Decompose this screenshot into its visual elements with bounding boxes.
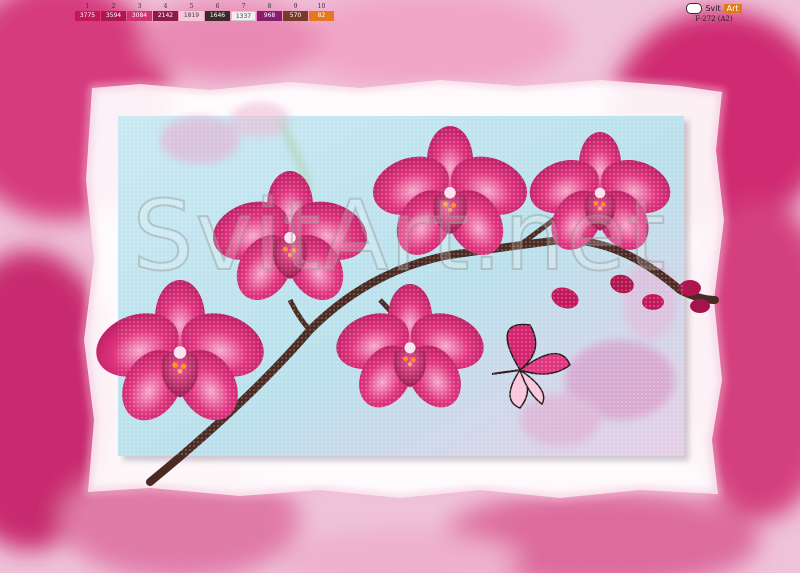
swatch-number: 7: [241, 3, 246, 10]
swatch-code: 968: [257, 11, 282, 21]
swatch-code: 3084: [127, 11, 152, 21]
bead-color-palette: 1 3775 2 3594 3 3084 4 2142 5 1819 6 1646 7 133…: [75, 3, 334, 21]
swatch-number: 4: [163, 3, 168, 10]
swatch-number: 5: [189, 3, 194, 10]
brand-svit: Svit: [705, 4, 721, 13]
cloud-icon: [686, 3, 703, 14]
palette-swatch: 10 82: [309, 3, 334, 21]
swatch-code: 82: [309, 11, 334, 21]
swatch-number: 10: [317, 3, 326, 10]
swatch-code: 2142: [153, 11, 178, 21]
palette-swatch: 2 3594: [101, 3, 126, 21]
palette-swatch: 4 2142: [153, 3, 178, 21]
swatch-number: 9: [293, 3, 298, 10]
swatch-code: 1646: [205, 11, 230, 21]
palette-swatch: 1 3775: [75, 3, 100, 21]
palette-swatch: 6 1646: [205, 3, 230, 21]
swatch-code: 3775: [75, 11, 100, 21]
brand-art: Art: [723, 4, 742, 13]
swatch-number: 6: [215, 3, 220, 10]
swatch-code: 1819: [179, 11, 204, 21]
palette-swatch: 9 570: [283, 3, 308, 21]
palette-swatch: 7 1337: [231, 3, 256, 21]
swatch-number: 2: [111, 3, 116, 10]
swatch-number: 3: [137, 3, 142, 10]
swatch-code: 1337: [231, 11, 256, 21]
brand-logo: Svit Art: [678, 3, 750, 14]
product-code: F-272 (A2): [695, 15, 733, 23]
swatch-number: 1: [85, 3, 90, 10]
swatch-code: 3594: [101, 11, 126, 21]
swatch-code: 570: [283, 11, 308, 21]
palette-swatch: 3 3084: [127, 3, 152, 21]
palette-swatch: 5 1819: [179, 3, 204, 21]
palette-swatch: 8 968: [257, 3, 282, 21]
artwork-canvas: [0, 0, 800, 573]
brand-block: Svit Art F-272 (A2): [678, 3, 750, 23]
swatch-number: 8: [267, 3, 272, 10]
